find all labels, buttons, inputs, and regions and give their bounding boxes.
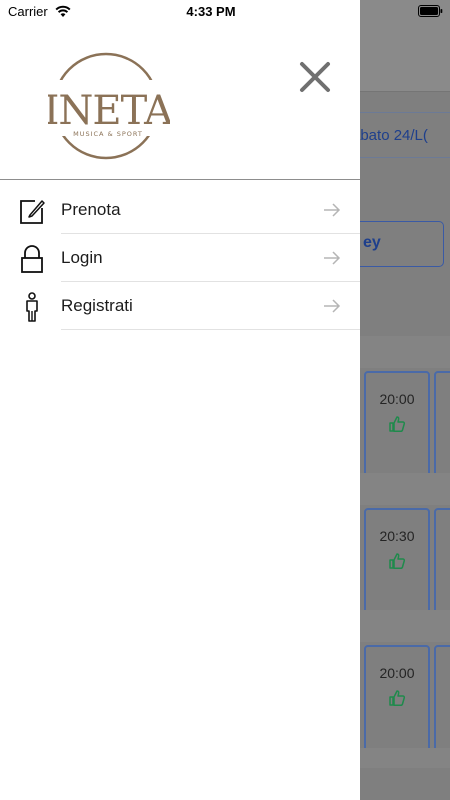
thumbs-up-icon — [389, 416, 406, 433]
side-drawer: PINETAS MUSICA & SPORT Prenota Login — [0, 0, 360, 800]
slot-card: 20:00 — [364, 645, 430, 755]
menu-item-label: Prenota — [61, 200, 121, 219]
svg-text:MUSICA & SPORT: MUSICA & SPORT — [73, 130, 143, 138]
date-label: abato 24/L( — [360, 127, 428, 144]
arrow-right-icon — [324, 203, 341, 217]
date-selector: abato 24/L( — [360, 112, 450, 158]
section-band — [360, 610, 450, 642]
menu-item-prenota[interactable]: Prenota — [0, 186, 360, 234]
sport-label: ey — [363, 234, 381, 251]
drawer-menu: Prenota Login Registrati — [0, 186, 360, 330]
drawer-header: PINETAS MUSICA & SPORT — [0, 0, 360, 180]
lock-icon — [21, 245, 43, 273]
thumbs-up-icon — [389, 553, 406, 570]
slot-card — [434, 371, 450, 481]
battery-icon — [418, 5, 443, 17]
menu-item-label: Registrati — [61, 296, 133, 315]
slot-card: 20:00 — [364, 371, 430, 481]
status-bar: Carrier 4:33 PM — [0, 0, 450, 24]
slot-card — [434, 645, 450, 755]
section-band — [360, 473, 450, 505]
svg-text:PINETAS: PINETAS — [48, 88, 170, 134]
thumbs-up-icon — [389, 690, 406, 707]
menu-item-registrati[interactable]: Registrati — [0, 282, 360, 330]
slot-time: 20:00 — [379, 391, 415, 407]
arrow-right-icon — [324, 251, 341, 265]
arrow-right-icon — [324, 299, 341, 313]
divider — [61, 329, 360, 330]
edit-icon — [20, 200, 45, 224]
close-icon[interactable] — [296, 58, 334, 96]
slot-time: 20:30 — [379, 528, 415, 544]
sport-button: ey — [360, 221, 444, 267]
slot-card: 20:30 — [364, 508, 430, 618]
clock: 4:33 PM — [186, 4, 236, 19]
slot-card — [434, 508, 450, 618]
menu-item-label: Login — [61, 248, 103, 267]
pinetas-logo: PINETAS MUSICA & SPORT — [48, 52, 170, 160]
person-icon — [26, 292, 38, 322]
background-screen[interactable]: abato 24/L( ey 20:00 20:30 20:00 — [360, 0, 450, 800]
section-band — [360, 748, 450, 768]
menu-item-login[interactable]: Login — [0, 234, 360, 282]
slot-time: 20:00 — [379, 665, 415, 681]
section-band — [360, 336, 450, 368]
